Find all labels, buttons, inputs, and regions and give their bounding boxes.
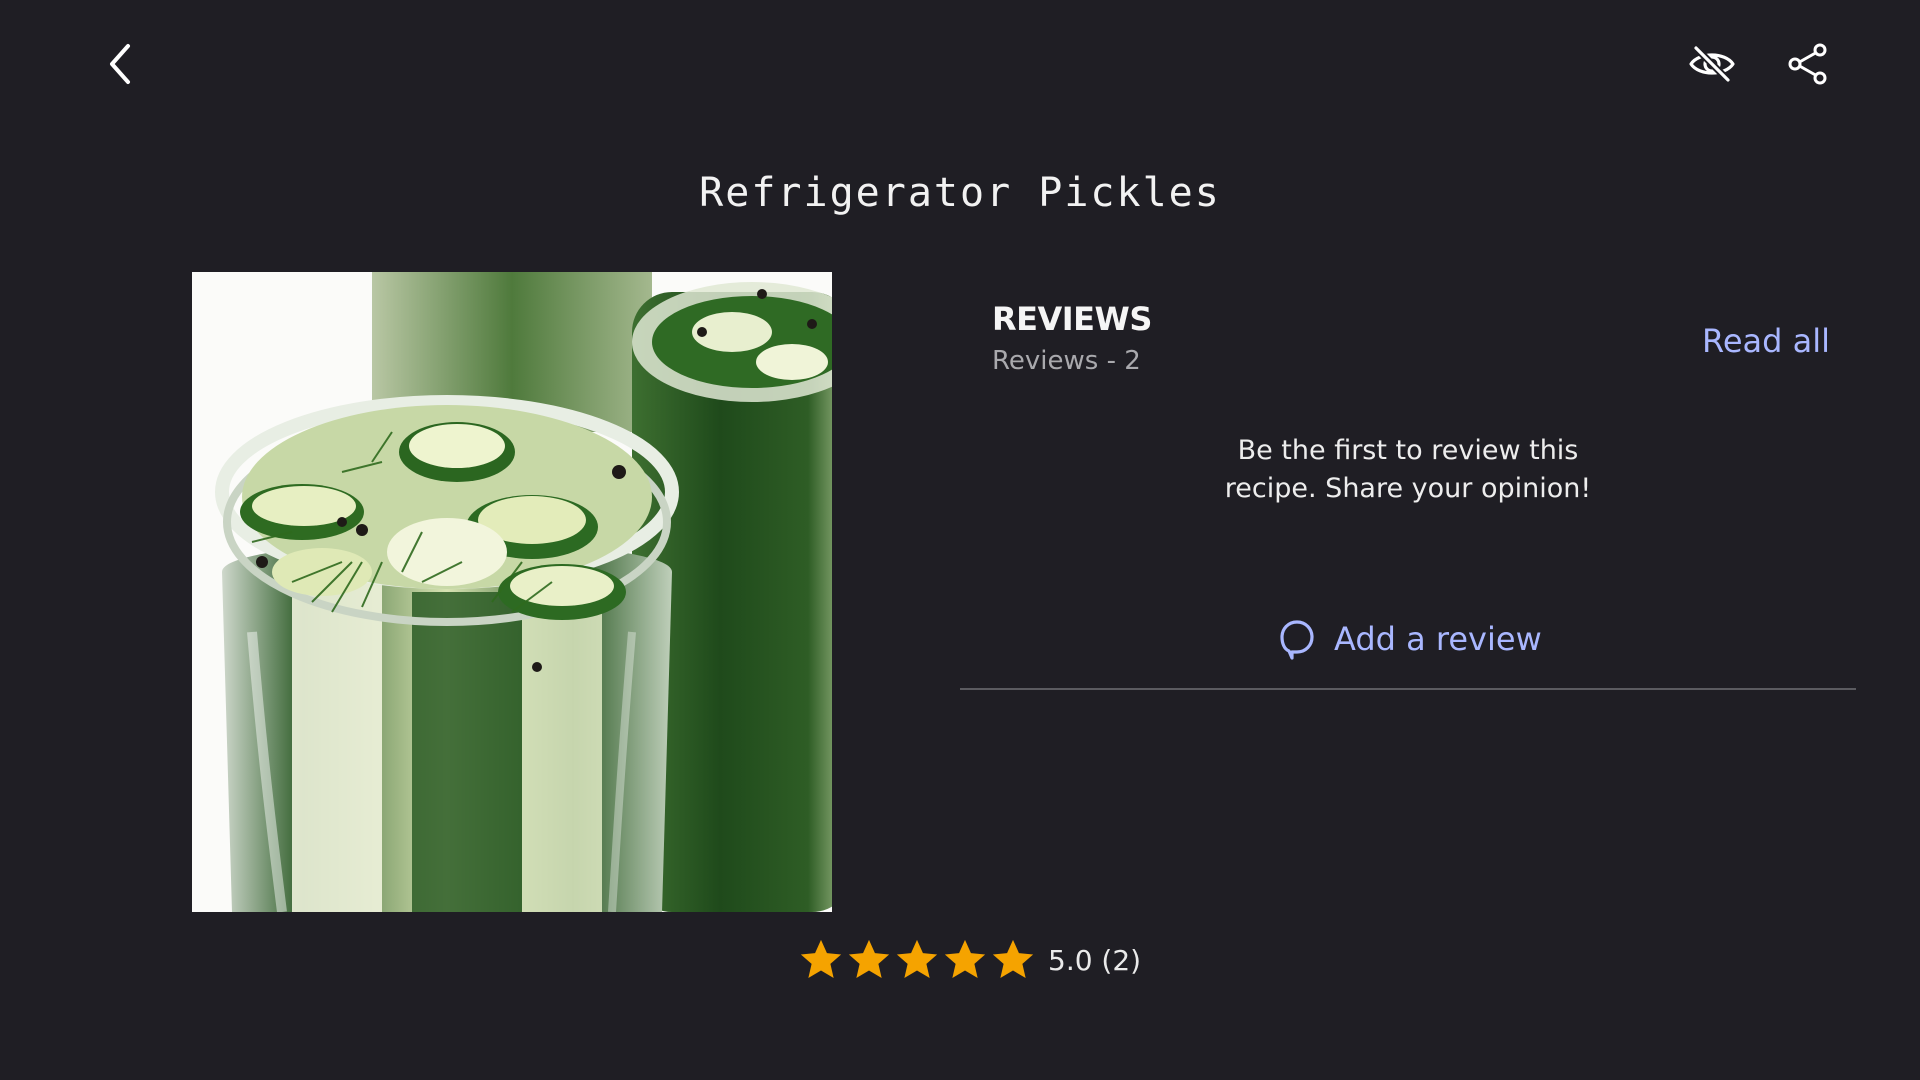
reviews-panel: REVIEWS Reviews - 2 Read all Be the firs… (960, 296, 1856, 690)
star-icon (992, 939, 1034, 979)
back-button[interactable] (90, 34, 150, 94)
read-all-link[interactable]: Read all (1702, 322, 1830, 360)
empty-reviews-message: Be the first to review this recipe. Shar… (960, 432, 1856, 508)
recipe-image[interactable] (192, 272, 832, 912)
recipe-title: Refrigerator Pickles (699, 170, 1221, 216)
star-icon (800, 939, 842, 979)
empty-reviews-text: Be the first to review this recipe. Shar… (1224, 435, 1592, 504)
reviews-count: Reviews - 2 (992, 346, 1141, 376)
add-review-button[interactable]: Add a review (1278, 618, 1542, 660)
eye-off-icon (1689, 45, 1735, 83)
star-icon (848, 939, 890, 979)
add-review-label: Add a review (1334, 620, 1542, 658)
share-icon (1788, 43, 1827, 85)
chevron-left-icon (110, 44, 130, 84)
recipe-detail-page: Refrigerator Pickles 5.0 (2) REVIEWS Rev… (0, 0, 1920, 1080)
rating: 5.0 (2) (798, 934, 1141, 986)
divider (960, 688, 1856, 690)
reviews-heading: REVIEWS (992, 300, 1152, 338)
comment-bubble-icon (1280, 620, 1314, 660)
star-rating (798, 937, 1038, 983)
star-icon (896, 939, 938, 979)
hide-recipe-button[interactable] (1682, 34, 1742, 94)
rating-value: 5.0 (2) (1048, 943, 1142, 977)
star-icon (944, 939, 986, 979)
share-button[interactable] (1778, 34, 1838, 94)
